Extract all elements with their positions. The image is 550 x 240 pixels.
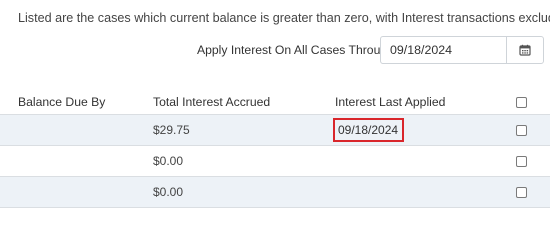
row-select-cell <box>516 177 527 207</box>
total-interest-accrued-cell: $0.00 <box>153 185 184 199</box>
row-checkbox[interactable] <box>516 155 527 167</box>
header-interest-last-applied[interactable]: Interest Last Applied <box>335 90 445 114</box>
info-message: Listed are the cases which current balan… <box>18 11 550 25</box>
table-header-row: Balance Due By Total Interest Accrued In… <box>0 90 550 115</box>
total-interest-accrued-cell: $29.75 <box>153 123 190 137</box>
row-checkbox[interactable] <box>516 124 527 136</box>
apply-through-date-input[interactable] <box>380 36 507 64</box>
table-row: $29.75 09/18/2024 <box>0 115 550 146</box>
select-all-checkbox[interactable] <box>516 96 527 108</box>
total-interest-accrued-cell: $0.00 <box>153 154 184 168</box>
table-row: $0.00 <box>0 177 550 208</box>
calendar-icon <box>519 44 531 56</box>
highlighted-last-applied-date: 09/18/2024 <box>333 118 405 142</box>
apply-interest-row: Apply Interest On All Cases Through <box>0 36 550 64</box>
cases-table: Balance Due By Total Interest Accrued In… <box>0 90 550 208</box>
row-select-cell <box>516 115 527 145</box>
row-checkbox[interactable] <box>516 186 527 198</box>
select-all-cell <box>516 90 527 114</box>
calendar-button[interactable] <box>506 36 544 64</box>
apply-interest-label: Apply Interest On All Cases Through <box>197 43 394 57</box>
table-row: $0.00 <box>0 146 550 177</box>
interest-last-applied-cell: 09/18/2024 <box>333 115 405 145</box>
row-select-cell <box>516 146 527 176</box>
header-balance-due-by[interactable]: Balance Due By <box>18 90 105 114</box>
header-total-interest-accrued[interactable]: Total Interest Accrued <box>153 90 270 114</box>
